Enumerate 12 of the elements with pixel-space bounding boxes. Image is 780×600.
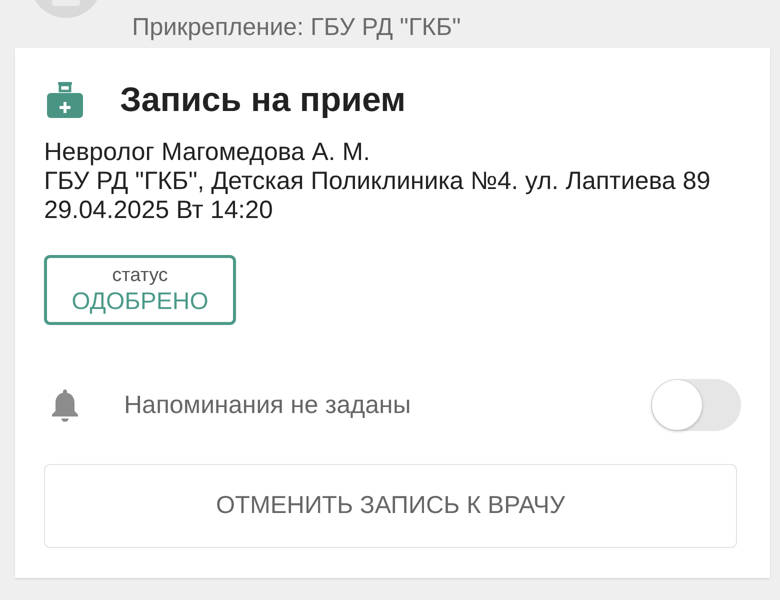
appointment-detail: ГБУ РД "ГКБ", Детская Поликлиника №4. ул. Лаптиева 89 (44, 167, 710, 196)
reminder-toggle[interactable] (651, 379, 741, 431)
status-value: ОДОБРЕНО (72, 288, 208, 316)
cancel-appointment-button[interactable]: ОТМЕНИТЬ ЗАПИСЬ К ВРАЧУ (44, 464, 737, 548)
bell-icon (50, 388, 80, 422)
appointment-title: Запись на прием (120, 80, 406, 120)
appointment-detail: Невролог Магомедова А. М. (44, 138, 370, 167)
appointment-detail: 29.04.2025 Вт 14:20 (44, 196, 273, 225)
medical-bag-icon (47, 82, 83, 118)
reminder-label: Напоминания не заданы (124, 390, 411, 420)
status-label: статус (112, 266, 168, 286)
attachment-text: Прикрепление: ГБУ РД "ГКБ" (132, 15, 461, 41)
